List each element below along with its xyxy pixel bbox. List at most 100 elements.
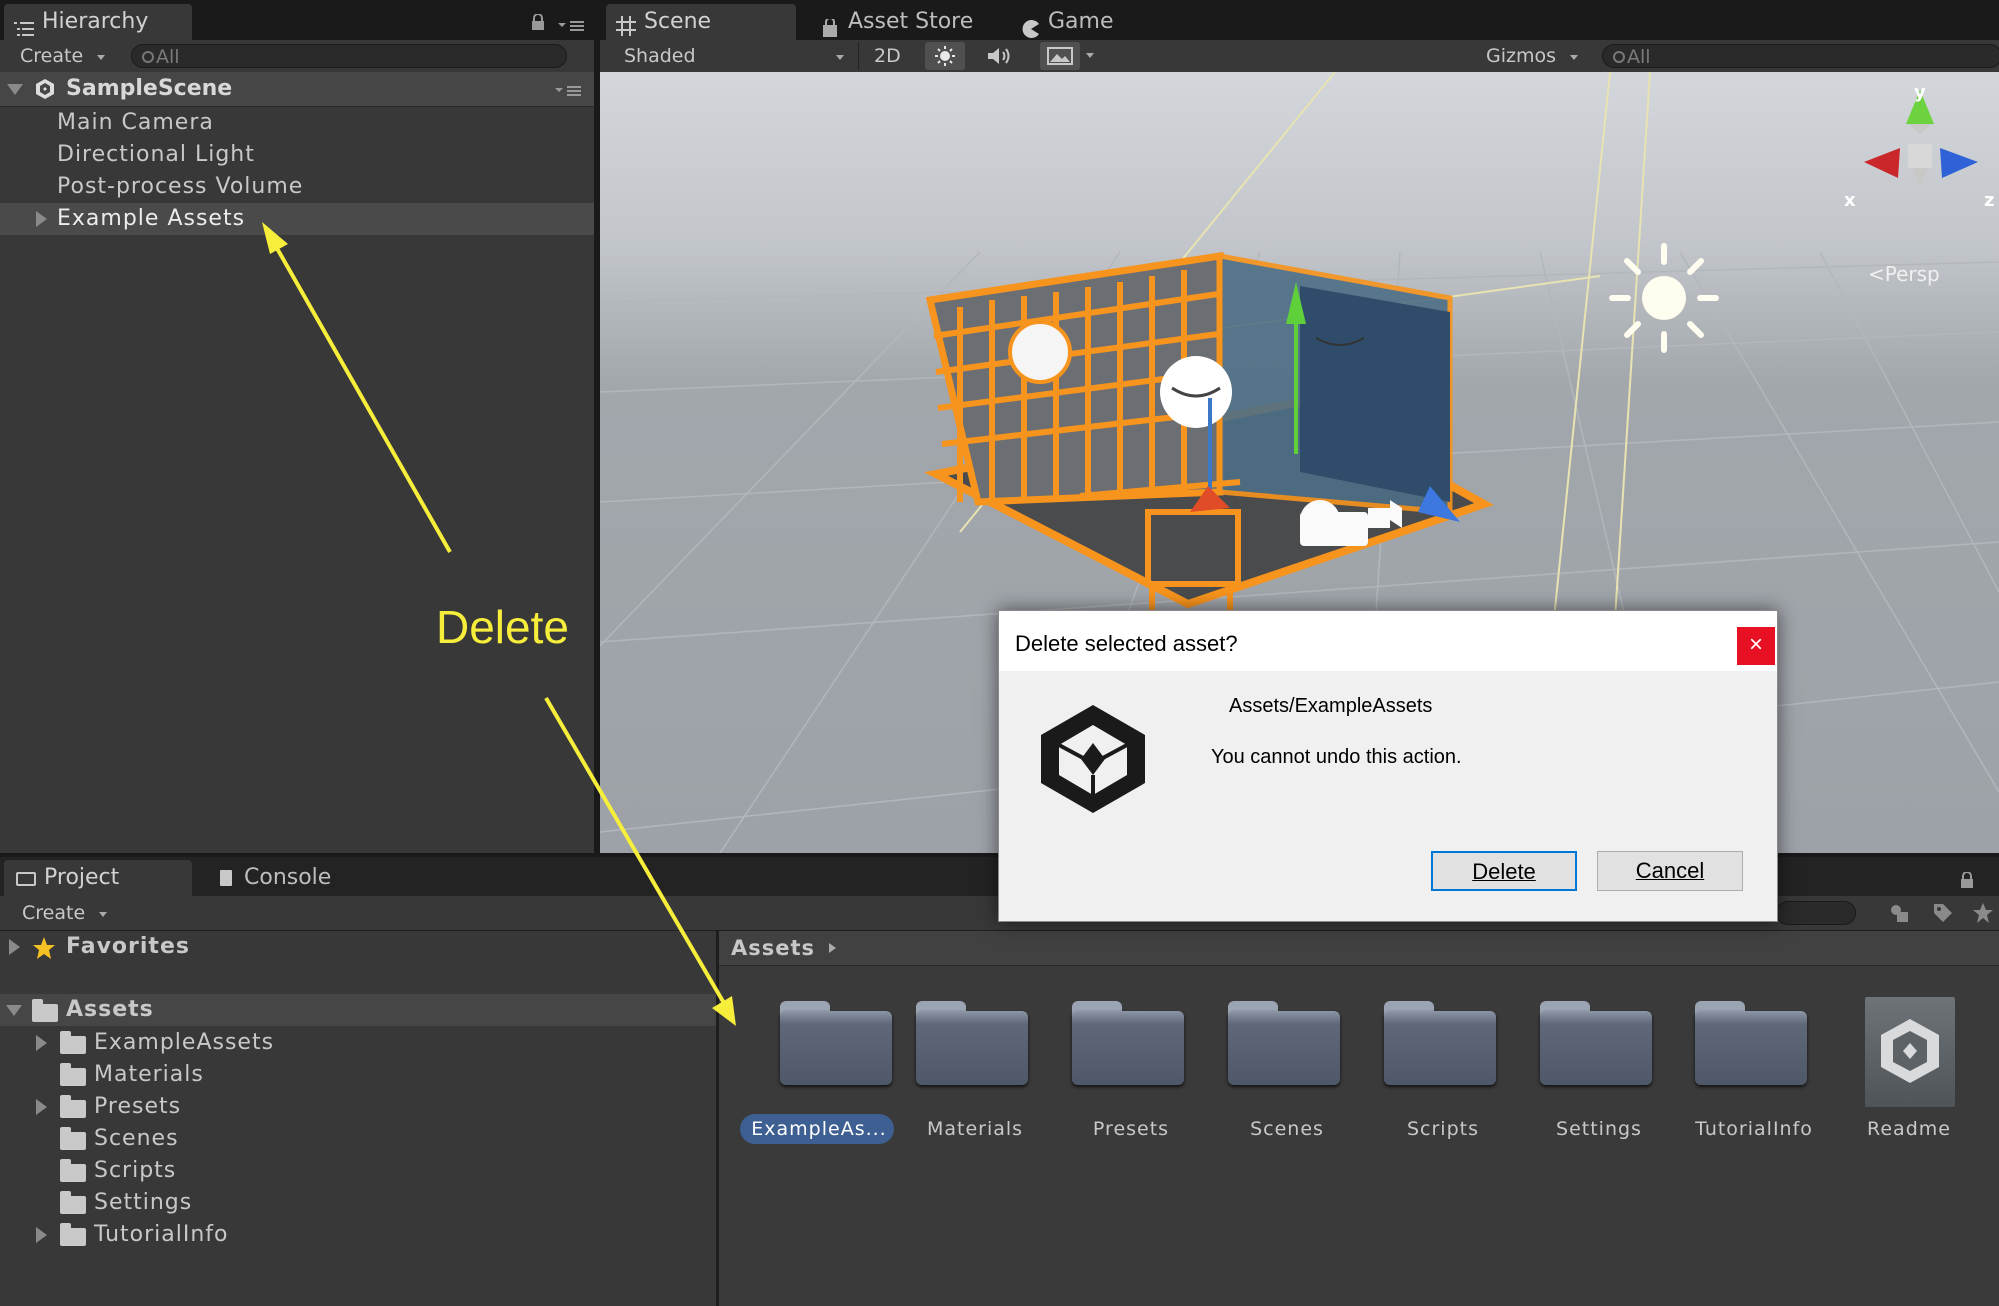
tab-project[interactable]: Project — [4, 860, 192, 896]
directional-light-icon[interactable] — [1604, 238, 1724, 358]
unity-logo-icon — [1865, 997, 1955, 1107]
collapse-arrow-icon[interactable] — [6, 1005, 22, 1016]
folder-icon — [1540, 1001, 1652, 1085]
dialog-message: You cannot undo this action. — [1211, 746, 1462, 768]
star-icon — [32, 936, 56, 960]
expand-arrow-icon[interactable] — [36, 1227, 47, 1243]
folder-icon — [1228, 1001, 1340, 1085]
hierarchy-item-main-camera[interactable]: Main Camera — [0, 107, 594, 139]
hierarchy-panel: SampleScene Main Camera Directional Ligh… — [0, 72, 594, 853]
effects-dropdown-arrow-icon[interactable] — [1086, 53, 1094, 58]
grid-item-scenes[interactable]: Scenes — [1207, 1001, 1367, 1141]
dialog-title: Delete selected asset? — [1015, 631, 1238, 656]
effects-toggle-icon[interactable] — [1040, 42, 1080, 70]
search-icon — [142, 51, 154, 63]
folder-icon — [60, 1223, 86, 1246]
lighting-toggle-icon[interactable] — [925, 42, 965, 70]
audio-toggle-icon[interactable] — [980, 42, 1020, 70]
hierarchy-toolbar: Create All — [0, 40, 594, 73]
grid-item-settings[interactable]: Settings — [1519, 1001, 1679, 1141]
expand-arrow-icon[interactable] — [36, 1035, 47, 1051]
folder-icon — [32, 999, 58, 1022]
project-create-dropdown-icon — [99, 912, 107, 917]
orientation-gizmo[interactable] — [1840, 82, 1999, 232]
dialog-close-button[interactable]: × — [1737, 627, 1775, 665]
scene-toolbar: Shaded 2D Gizmos All — [600, 40, 1999, 73]
dialog-asset-path: Assets/ExampleAssets — [1229, 695, 1433, 717]
hierarchy-item-post-process-volume[interactable]: Post-process Volume — [0, 171, 594, 203]
console-icon — [220, 870, 232, 886]
hierarchy-create-dropdown-icon — [97, 55, 105, 60]
gizmos-dropdown-arrow-icon — [1570, 55, 1578, 60]
shading-mode-dropdown[interactable]: Shaded — [624, 39, 696, 73]
grid-item-exampleassets[interactable]: ExampleAs... — [739, 1001, 899, 1144]
gizmo-axis-x-label: x — [1844, 190, 1856, 211]
hierarchy-create-button[interactable]: Create — [20, 39, 83, 73]
tree-item-assets[interactable]: Assets — [0, 994, 716, 1026]
scene-grid-icon — [616, 12, 636, 36]
gizmo-axis-y-label: y — [1914, 82, 1926, 103]
pacman-icon — [1022, 14, 1040, 38]
grid-item-materials[interactable]: Materials — [895, 1001, 1055, 1141]
filter-by-label-icon[interactable] — [1932, 902, 1954, 924]
expand-arrow-icon[interactable] — [36, 211, 47, 227]
tree-item-tutorialinfo[interactable]: TutorialInfo — [0, 1219, 716, 1251]
annotation-delete-label: Delete — [436, 601, 569, 653]
scene-header-row[interactable]: SampleScene — [0, 72, 594, 107]
hierarchy-search-input[interactable]: All — [131, 44, 567, 68]
dialog-titlebar: Delete selected asset? × — [999, 611, 1777, 671]
tree-item-materials[interactable]: Materials — [0, 1059, 716, 1091]
close-icon: × — [1748, 631, 1763, 658]
folder-icon — [60, 1063, 86, 1086]
tree-item-exampleassets[interactable]: ExampleAssets — [0, 1027, 716, 1059]
breadcrumb-arrow-icon — [829, 943, 836, 953]
dialog-cancel-button[interactable]: Cancel — [1597, 851, 1743, 891]
project-lock-icon[interactable] — [1960, 871, 1974, 888]
tab-game[interactable]: Game — [1010, 4, 1170, 40]
tree-item-scripts[interactable]: Scripts — [0, 1155, 716, 1187]
grid-item-readme[interactable]: Readme — [1829, 997, 1989, 1141]
hierarchy-item-directional-light[interactable]: Directional Light — [0, 139, 594, 171]
toolbar-separator — [858, 42, 859, 70]
grid-item-scripts[interactable]: Scripts — [1363, 1001, 1523, 1141]
folder-icon — [1072, 1001, 1184, 1085]
favorites-star-icon[interactable] — [1972, 902, 1994, 924]
tab-console[interactable]: Console — [208, 860, 378, 896]
folder-icon — [60, 1159, 86, 1182]
folder-icon — [60, 1095, 86, 1118]
expand-arrow-icon[interactable] — [9, 939, 20, 955]
grid-item-presets[interactable]: Presets — [1051, 1001, 1211, 1141]
tree-item-presets[interactable]: Presets — [0, 1091, 716, 1123]
tab-scene-label: Scene — [644, 9, 712, 34]
folder-icon — [16, 872, 36, 886]
breadcrumb-assets[interactable]: Assets — [731, 931, 815, 965]
persp-arrow-icon: < — [1868, 262, 1885, 286]
shading-dropdown-arrow-icon — [836, 55, 844, 60]
tree-item-scenes[interactable]: Scenes — [0, 1123, 716, 1155]
tree-item-favorites[interactable]: Favorites — [0, 931, 716, 963]
expand-arrow-icon[interactable] — [36, 1099, 47, 1115]
grid-item-tutorialinfo[interactable]: TutorialInfo — [1674, 1001, 1834, 1141]
tree-item-settings[interactable]: Settings — [0, 1187, 716, 1219]
project-grid-panel: Assets ExampleAs... Materials Presets Sc… — [719, 931, 1999, 1306]
project-create-button[interactable]: Create — [22, 896, 85, 930]
persp-toggle[interactable]: <Persp — [1868, 262, 1940, 286]
tab-scene[interactable]: Scene — [606, 4, 796, 40]
project-tree-panel: Favorites Assets ExampleAssets Materials… — [0, 931, 716, 1306]
tab-asset-store[interactable]: Asset Store — [812, 4, 1002, 40]
unity-logo-icon — [1041, 705, 1145, 813]
tab-hierarchy[interactable]: Hierarchy — [4, 4, 192, 40]
hierarchy-lock-icon[interactable] — [531, 13, 545, 30]
folder-icon — [780, 1001, 892, 1085]
filter-by-type-icon[interactable] — [1888, 902, 1910, 924]
project-search-input[interactable] — [1776, 901, 1856, 925]
collapse-arrow-icon[interactable] — [7, 84, 23, 95]
hierarchy-menu-icon[interactable] — [558, 18, 586, 32]
scene-menu-icon[interactable] — [555, 83, 583, 97]
dialog-delete-button[interactable]: Delete — [1431, 851, 1577, 891]
2d-toggle-button[interactable]: 2D — [874, 39, 901, 73]
hierarchy-item-example-assets[interactable]: Example Assets — [0, 203, 594, 235]
scene-search-input[interactable]: All — [1602, 44, 1999, 68]
gizmos-dropdown[interactable]: Gizmos — [1486, 39, 1556, 73]
delete-dialog: Delete selected asset? × Assets/ExampleA… — [998, 610, 1778, 922]
